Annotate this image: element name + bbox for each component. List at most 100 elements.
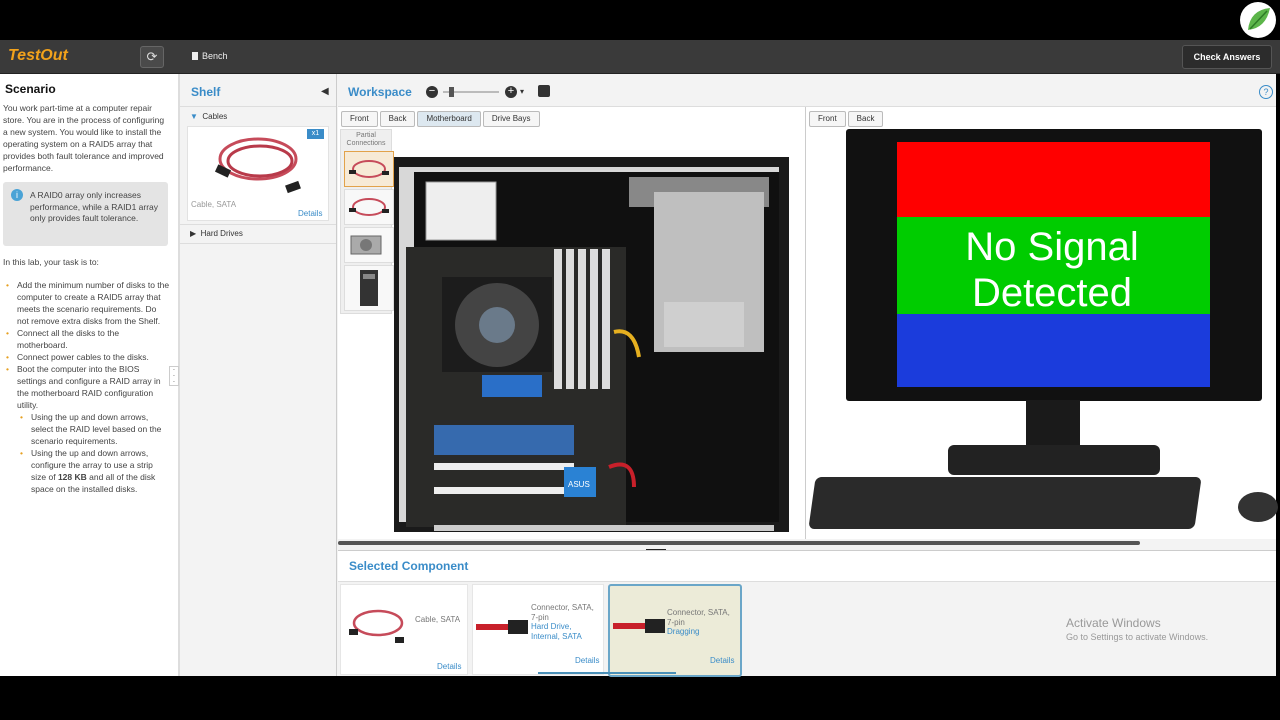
shelf-title: Shelf	[191, 85, 221, 99]
brand-logo: TestOut	[8, 47, 68, 64]
monitor-base	[948, 445, 1160, 475]
sata-cable-image	[214, 137, 301, 194]
partial-item-case[interactable]	[344, 265, 394, 311]
sata-cable-icon	[349, 609, 404, 643]
no-signal-message: No Signal Detected	[902, 224, 1202, 316]
section-label: Cables	[202, 112, 228, 121]
computer-view: Front Back Motherboard Drive Bays Partial C…	[338, 107, 806, 539]
details-link[interactable]: Details	[298, 209, 322, 218]
details-link[interactable]: Details	[710, 656, 734, 665]
partial-item-sata-cable[interactable]	[344, 189, 394, 225]
screen-blue-band	[897, 314, 1210, 387]
help-icon[interactable]: ?	[1259, 85, 1273, 99]
monitor-view: Front Back No Signal Detected	[806, 107, 1278, 539]
sata-connector-icon	[476, 620, 528, 634]
partial-connections-label: Partial Connections	[346, 132, 386, 147]
refresh-icon: ⟳	[146, 49, 158, 64]
top-toolbar: TestOut ⟳ Bench Check Answers	[0, 40, 1280, 74]
channel-logo	[1240, 2, 1276, 38]
lab-app: Scenario You work part-time at a compute…	[0, 74, 1278, 677]
card-label: Cable, SATA	[415, 615, 461, 624]
horizontal-scrollbar[interactable]	[338, 541, 1140, 545]
no-signal-line: No Signal	[965, 225, 1139, 269]
partial-item-sata-cable[interactable]	[344, 151, 394, 187]
selected-card-cable[interactable]: Cable, SATA Details	[340, 584, 468, 675]
panel-resize-handle[interactable]: · · ·	[169, 366, 179, 386]
shelf-item-sata-cable[interactable]: x1 Cable, SATA Details	[187, 126, 329, 221]
scenario-note: i A RAID0 array only increases performan…	[3, 182, 168, 246]
task-item: Connect all the disks to the motherboard…	[0, 327, 170, 351]
card-label-text: Connector, SATA, 7-pin	[531, 603, 594, 622]
fit-screen-icon[interactable]	[538, 85, 550, 97]
section-label: Hard Drives	[200, 229, 243, 238]
collapse-shelf-icon[interactable]: ◀	[321, 86, 329, 97]
screen-red-band	[897, 142, 1210, 217]
tab-motherboard[interactable]: Motherboard	[417, 111, 481, 127]
monitor[interactable]: No Signal Detected	[846, 129, 1262, 401]
item-label: Cable, SATA	[191, 200, 237, 209]
divider	[180, 243, 336, 244]
workspace-title: Workspace	[348, 85, 412, 99]
shelf-panel: Shelf ◀ ▼ Cables x1 Cable, SATA Details …	[180, 74, 337, 676]
shelf-section-hard-drives[interactable]: ▶ Hard Drives	[190, 229, 243, 238]
computer-case-icon	[360, 270, 378, 306]
note-text: A RAID0 array only increases performance…	[30, 190, 159, 223]
motherboard-brand-label: ASUS	[568, 480, 590, 489]
zoom-dropdown-icon[interactable]: ▾	[520, 87, 524, 96]
task-list: Add the minimum number of disks to the c…	[0, 279, 170, 495]
tab-back[interactable]: Back	[847, 111, 884, 127]
selected-card-hdd-connector[interactable]: Connector, SATA, 7-pin Hard Drive, Intern…	[472, 584, 604, 675]
zoom-out-icon[interactable]: −	[426, 86, 438, 98]
mouse[interactable]	[1238, 492, 1278, 522]
task-item: Boot the computer into the BIOS settings…	[0, 363, 170, 411]
card-label: Connector, SATA, 7-pin Hard Drive, Intern…	[531, 603, 599, 641]
task-intro: In this lab, your task is to:	[3, 257, 99, 267]
expanded-arrow-icon: ▼	[190, 112, 198, 121]
zoom-slider-handle[interactable]	[449, 87, 454, 97]
workspace-panel: Workspace − + ▾ ? Front Back Motherboard Dr…	[338, 74, 1278, 677]
card-sublabel: Dragging	[667, 627, 700, 636]
collapsed-arrow-icon: ▶	[190, 229, 197, 238]
subtask-item: Using the up and down arrows, select the…	[0, 411, 170, 447]
bench-button[interactable]: Bench	[192, 51, 228, 61]
zoom-in-icon[interactable]: +	[505, 86, 517, 98]
watermark-subtitle: Go to Settings to activate Windows.	[1066, 632, 1209, 642]
keyboard[interactable]	[808, 477, 1202, 529]
scenario-panel: Scenario You work part-time at a compute…	[0, 74, 180, 676]
tab-front[interactable]: Front	[341, 111, 378, 127]
task-item: Add the minimum number of disks to the c…	[0, 279, 170, 327]
details-link[interactable]: Details	[437, 662, 461, 671]
card-label-text: Connector, SATA, 7-pin	[667, 608, 730, 627]
bench-icon	[192, 52, 198, 60]
power-supply-icon	[350, 235, 382, 255]
partial-item-power-supply[interactable]	[344, 227, 394, 263]
shelf-section-cables[interactable]: ▼ Cables	[190, 112, 227, 121]
monitor-stand	[1026, 400, 1080, 450]
selected-component-header	[338, 550, 1276, 582]
scenario-title: Scenario	[5, 82, 56, 96]
selected-card-dragging-connector[interactable]: Connector, SATA, 7-pin Dragging Details	[608, 584, 742, 677]
selected-component-panel: Selected Component Cable, SATA Details C…	[338, 550, 1276, 677]
selected-component-title: Selected Component	[349, 559, 469, 573]
reset-button[interactable]: ⟳	[140, 46, 164, 68]
motherboard-view[interactable]: ASUS	[394, 157, 794, 535]
tab-front[interactable]: Front	[809, 111, 846, 127]
info-icon: i	[11, 189, 23, 201]
subtask-item: Using the up and down arrows, configure …	[0, 447, 170, 495]
sata-connector-icon	[613, 619, 665, 633]
strip-size-value: 128 KB	[57, 472, 87, 482]
no-signal-line: Detected	[971, 271, 1133, 315]
scenario-intro: You work part-time at a computer repair …	[3, 103, 165, 173]
sata-cable-icon	[349, 160, 389, 178]
check-answers-button[interactable]: Check Answers	[1182, 45, 1272, 69]
item-count-badge: x1	[307, 129, 324, 139]
activate-windows-watermark: Activate Windows Go to Settings to activ…	[1066, 616, 1208, 642]
details-link[interactable]: Details	[575, 656, 599, 665]
monitor-view-tabs: Front Back	[809, 111, 885, 127]
tab-back[interactable]: Back	[379, 111, 416, 127]
card-scroll-indicator[interactable]	[538, 672, 676, 674]
tab-drive-bays[interactable]: Drive Bays	[482, 111, 540, 127]
partial-connections-tray: Partial Connections	[340, 129, 394, 314]
card-sublabel: Hard Drive, Internal, SATA	[531, 622, 582, 641]
view-tabs: Front Back Motherboard Drive Bays	[341, 111, 542, 127]
